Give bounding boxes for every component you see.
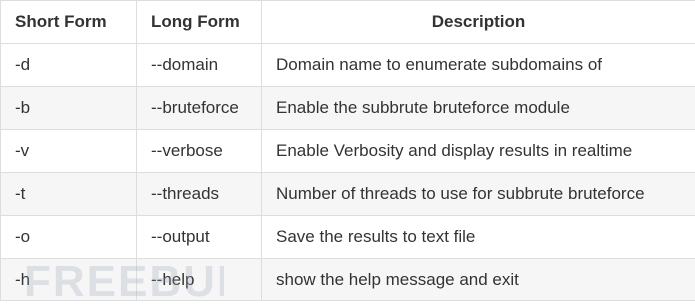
short-form-cell: -t <box>0 172 137 216</box>
table-row: -h --help show the help message and exit <box>0 258 695 301</box>
header-short-form: Short Form <box>0 0 137 44</box>
description-cell: Number of threads to use for subbrute br… <box>261 172 695 216</box>
long-form-cell: --help <box>136 258 262 301</box>
table-row: -d --domain Domain name to enumerate sub… <box>0 43 695 87</box>
short-form-cell: -b <box>0 86 137 130</box>
short-form-cell: -d <box>0 43 137 87</box>
table-row: -b --bruteforce Enable the subbrute brut… <box>0 86 695 130</box>
header-row: Short Form Long Form Description <box>0 0 695 44</box>
long-form-cell: --threads <box>136 172 262 216</box>
long-form-cell: --bruteforce <box>136 86 262 130</box>
options-table: Short Form Long Form Description -d --do… <box>0 0 695 301</box>
table-row: -o --output Save the results to text fil… <box>0 215 695 259</box>
long-form-cell: --output <box>136 215 262 259</box>
header-long-form: Long Form <box>136 0 262 44</box>
short-form-cell: -o <box>0 215 137 259</box>
short-form-cell: -h <box>0 258 137 301</box>
table-row: -v --verbose Enable Verbosity and displa… <box>0 129 695 173</box>
short-form-cell: -v <box>0 129 137 173</box>
long-form-cell: --verbose <box>136 129 262 173</box>
description-cell: Enable the subbrute bruteforce module <box>261 86 695 130</box>
long-form-cell: --domain <box>136 43 262 87</box>
table-row: -t --threads Number of threads to use fo… <box>0 172 695 216</box>
description-cell: Save the results to text file <box>261 215 695 259</box>
header-description: Description <box>261 0 695 44</box>
description-cell: Enable Verbosity and display results in … <box>261 129 695 173</box>
description-cell: show the help message and exit <box>261 258 695 301</box>
description-cell: Domain name to enumerate subdomains of <box>261 43 695 87</box>
